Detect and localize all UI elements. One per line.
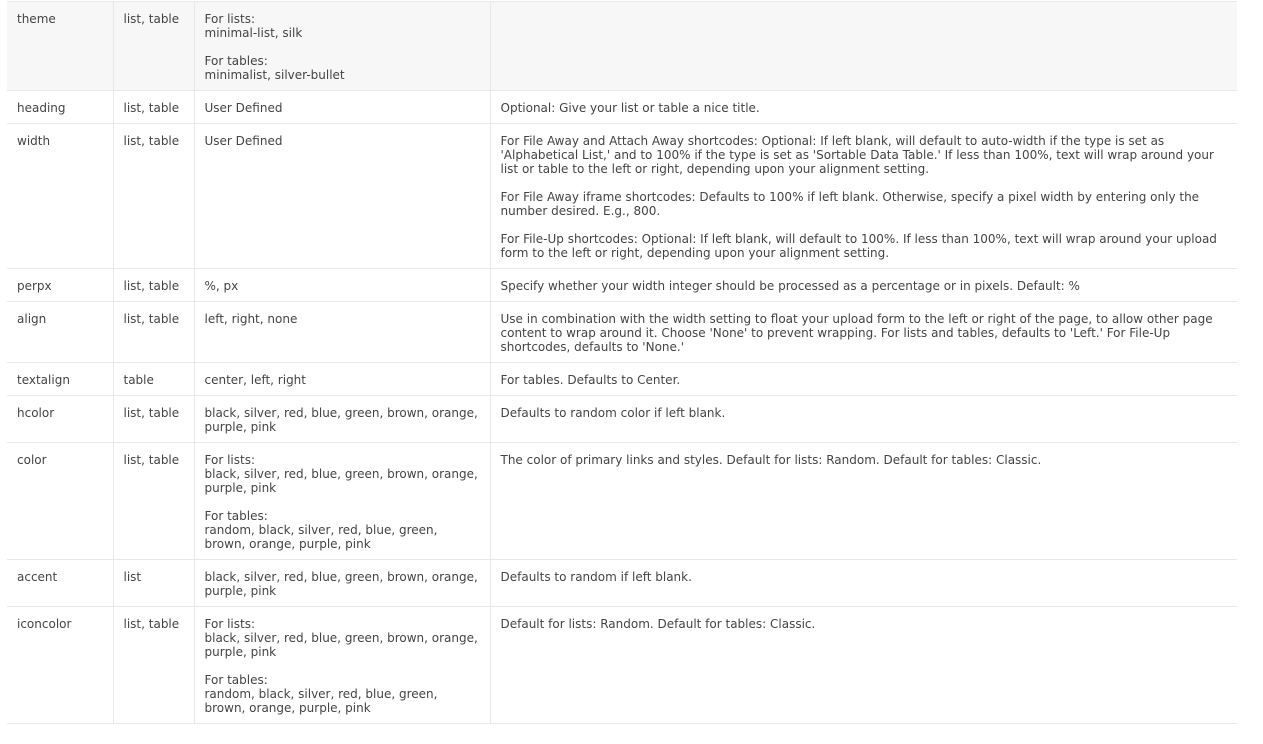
options-paragraph: black, silver, red, blue, green, brown, … [204, 570, 478, 598]
attribute-options-cell: %, px [194, 268, 491, 302]
description-paragraph: Specify whether your width integer shoul… [500, 279, 1080, 293]
options-paragraph: black, silver, red, blue, green, brown, … [204, 406, 478, 434]
attribute-options-cell: black, silver, red, blue, green, brown, … [194, 395, 491, 443]
options-paragraph: User Defined [204, 134, 283, 148]
description-paragraph: For File Away and Attach Away shortcodes… [500, 134, 1214, 176]
attribute-name-cell: hcolor [7, 395, 114, 443]
table-row-hcolor: hcolor list, table black, silver, red, blu… [7, 395, 1237, 443]
table-row-textalign: textalign table center, left, right For tab… [7, 362, 1237, 396]
attribute-options-cell: black, silver, red, blue, green, brown, … [194, 559, 491, 607]
table-row-color: color list, table For lists: black, silver… [7, 442, 1237, 560]
attribute-options-cell: For lists: minimal-list, silk For tables:… [194, 1, 491, 91]
attribute-scope-cell: list, table [113, 395, 195, 443]
attribute-scope-cell: list [113, 559, 195, 607]
options-paragraph: For tables: minimalist, silver-bullet [204, 54, 345, 82]
description-paragraph: For File-Up shortcodes: Optional: If lef… [500, 232, 1217, 260]
description-paragraph: Defaults to random color if left blank. [500, 406, 726, 420]
attribute-name-cell: align [7, 301, 114, 363]
attribute-description-cell: Default for lists: Random. Default for t… [490, 606, 1237, 724]
table-row-width: width list, table User Defined For File Awa… [7, 123, 1237, 269]
attribute-description-cell [490, 1, 1237, 91]
attribute-scope-cell: list, table [113, 606, 195, 724]
description-paragraph: Use in combination with the width settin… [500, 312, 1213, 354]
options-paragraph: For lists: minimal-list, silk [204, 12, 303, 40]
attribute-name-cell: theme [7, 1, 114, 91]
description-paragraph: Optional: Give your list or table a nice… [500, 101, 760, 115]
attribute-description-cell: Optional: Give your list or table a nice… [490, 90, 1237, 124]
table-row-align: align list, table left, right, none Use in … [7, 301, 1237, 363]
options-paragraph: For tables: random, black, silver, red, … [204, 673, 438, 715]
attribute-name-cell: textalign [7, 362, 114, 396]
attribute-options-cell: For lists: black, silver, red, blue, gre… [194, 606, 491, 724]
attribute-description-cell: The color of primary links and styles. D… [490, 442, 1237, 560]
options-paragraph: For lists: black, silver, red, blue, gre… [204, 617, 478, 659]
attribute-scope-cell: list, table [113, 442, 195, 560]
description-paragraph: For File Away iframe shortcodes: Default… [500, 190, 1200, 218]
attribute-description-cell: Use in combination with the width settin… [490, 301, 1237, 363]
attribute-description-cell: Specify whether your width integer shoul… [490, 268, 1237, 302]
description-paragraph: Default for lists: Random. Default for t… [500, 617, 816, 631]
options-paragraph: %, px [204, 279, 239, 293]
attribute-name-cell: iconcolor [7, 606, 114, 724]
attribute-scope-cell: list, table [113, 268, 195, 302]
table-row-theme: theme list, table For lists: minimal-list,… [7, 1, 1237, 91]
attributes-table-body: theme list, table For lists: minimal-list,… [7, 1, 1237, 724]
description-paragraph: Defaults to random if left blank. [500, 570, 692, 584]
attribute-description-cell: Defaults to random if left blank. [490, 559, 1237, 607]
attribute-scope-cell: list, table [113, 301, 195, 363]
table-row-iconcolor: iconcolor list, table For lists: black, si… [7, 606, 1237, 724]
attribute-scope-cell: list, table [113, 1, 195, 91]
attribute-scope-cell: table [113, 362, 195, 396]
description-paragraph: For tables. Defaults to Center. [500, 373, 681, 387]
attribute-scope-cell: list, table [113, 90, 195, 124]
description-paragraph: The color of primary links and styles. D… [500, 453, 1042, 467]
attribute-description-cell: For tables. Defaults to Center. [490, 362, 1237, 396]
attribute-options-cell: User Defined [194, 90, 491, 124]
options-paragraph: User Defined [204, 101, 283, 115]
options-paragraph: left, right, none [204, 312, 298, 326]
attribute-scope-cell: list, table [113, 123, 195, 269]
shortcode-attributes-table: theme list, table For lists: minimal-list,… [7, 1, 1237, 724]
attribute-name-cell: color [7, 442, 114, 560]
table-row-perpx: perpx list, table %, px Specify whether you… [7, 268, 1237, 302]
table-row-accent: accent list black, silver, red, blue, gree… [7, 559, 1237, 607]
attribute-options-cell: center, left, right [194, 362, 491, 396]
options-paragraph: For tables: random, black, silver, red, … [204, 509, 438, 551]
options-paragraph: For lists: black, silver, red, blue, gre… [204, 453, 478, 495]
attribute-options-cell: left, right, none [194, 301, 491, 363]
options-paragraph: center, left, right [204, 373, 307, 387]
attribute-description-cell: Defaults to random color if left blank. [490, 395, 1237, 443]
attribute-name-cell: width [7, 123, 114, 269]
table-row-heading: heading list, table User Defined Optional: … [7, 90, 1237, 124]
attribute-options-cell: For lists: black, silver, red, blue, gre… [194, 442, 491, 560]
attribute-name-cell: perpx [7, 268, 114, 302]
attribute-name-cell: accent [7, 559, 114, 607]
attribute-name-cell: heading [7, 90, 114, 124]
attribute-options-cell: User Defined [194, 123, 491, 269]
attribute-description-cell: For File Away and Attach Away shortcodes… [490, 123, 1237, 269]
